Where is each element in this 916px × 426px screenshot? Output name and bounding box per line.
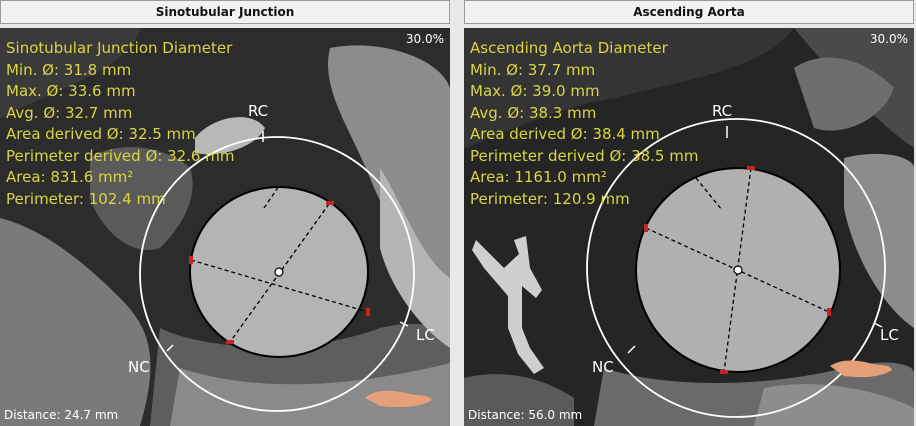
measurement-title: Sinotubular Junction Diameter xyxy=(6,39,233,57)
perimeter-derived-diameter: Perimeter derived Ø: 38.5 mm xyxy=(470,146,699,165)
max-diameter: Max. Ø: 33.6 mm xyxy=(6,82,136,100)
zoom-level: 30.0% xyxy=(869,32,908,46)
measurement-readout: Ascending Aorta Diameter Min. Ø: 37.7 mm… xyxy=(470,38,698,210)
max-diameter: Max. Ø: 39.0 mm xyxy=(470,82,600,100)
area-derived-diameter: Area derived Ø: 38.4 mm xyxy=(470,125,660,143)
label-nc: NC xyxy=(592,358,614,376)
distance-readout: Distance: 24.7 mm xyxy=(4,408,119,422)
label-nc: NC xyxy=(128,358,150,376)
viewer-panel-ascending-aorta[interactable]: Ascending Aorta Ascending Aorta Diameter… xyxy=(464,0,916,426)
perimeter-derived-diameter: Perimeter derived Ø: 32.6 mm xyxy=(6,146,235,165)
measurement-title: Ascending Aorta Diameter xyxy=(470,39,668,57)
area-derived-diameter: Area derived Ø: 32.5 mm xyxy=(6,125,196,143)
avg-diameter: Avg. Ø: 38.3 mm xyxy=(470,103,597,122)
zoom-level: 30.0% xyxy=(405,32,444,46)
label-lc: LC xyxy=(416,326,435,344)
perimeter: Perimeter: 102.4 mm xyxy=(6,189,166,208)
panel-title: Ascending Aorta xyxy=(464,0,914,24)
area: Area: 831.6 mm² xyxy=(6,168,134,186)
viewer-panel-sinotubular-junction[interactable]: Sinotubular Junction Sinotubular Junctio… xyxy=(0,0,452,426)
label-rc: RC xyxy=(712,102,733,120)
panel-title: Sinotubular Junction xyxy=(0,0,450,24)
min-diameter: Min. Ø: 37.7 mm xyxy=(470,60,596,79)
area: Area: 1161.0 mm² xyxy=(470,168,607,186)
min-diameter: Min. Ø: 31.8 mm xyxy=(6,60,132,79)
measurement-readout: Sinotubular Junction Diameter Min. Ø: 31… xyxy=(6,38,234,210)
ct-viewport[interactable]: Sinotubular Junction Diameter Min. Ø: 31… xyxy=(0,28,450,426)
perimeter: Perimeter: 120.9 mm xyxy=(470,189,630,208)
avg-diameter: Avg. Ø: 32.7 mm xyxy=(6,103,133,122)
ct-viewport[interactable]: Ascending Aorta Diameter Min. Ø: 37.7 mm… xyxy=(464,28,914,426)
label-lc: LC xyxy=(880,326,899,344)
distance-readout: Distance: 56.0 mm xyxy=(468,408,583,422)
label-rc: RC xyxy=(248,102,269,120)
